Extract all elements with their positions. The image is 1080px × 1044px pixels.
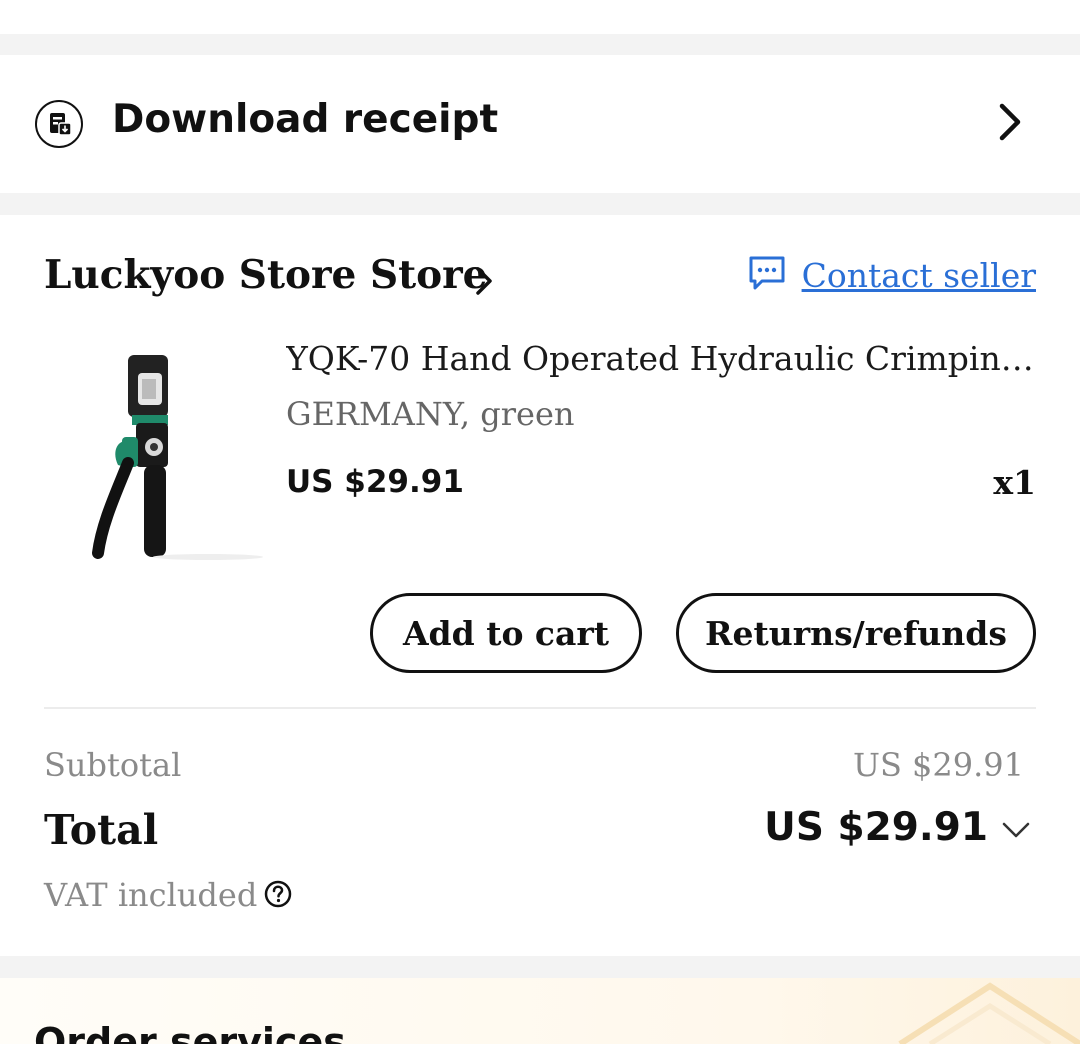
order-card: Luckyoo Store Store Contact seller YQK-7… [0, 215, 1080, 956]
decorative-shape [880, 978, 1080, 1044]
download-receipt-row[interactable]: Download receipt [0, 55, 1080, 193]
chevron-down-icon[interactable] [1002, 821, 1030, 845]
product-image[interactable] [58, 343, 268, 563]
add-to-cart-button[interactable]: Add to cart [370, 593, 642, 673]
order-services-title: Order services [34, 1020, 346, 1044]
total-value[interactable]: US $29.91 [764, 805, 988, 850]
product-title[interactable]: YQK-70 Hand Operated Hydraulic Crimping … [286, 339, 1034, 378]
subtotal-value: US $29.91 [852, 746, 1024, 784]
store-chevron-right-icon[interactable] [474, 266, 494, 300]
total-label: Total [44, 806, 159, 854]
receipt-icon [35, 100, 83, 148]
top-card-edge [0, 0, 1080, 34]
subtotal-label: Subtotal [44, 746, 182, 784]
divider [44, 707, 1036, 709]
order-services-card: Order services [0, 978, 1080, 1044]
chevron-right-icon [996, 102, 1024, 146]
contact-seller[interactable]: Contact seller [748, 255, 1036, 295]
product-price: US $29.91 [286, 464, 464, 500]
contact-seller-link[interactable]: Contact seller [802, 256, 1036, 295]
store-name-link[interactable]: Luckyoo Store Store [44, 252, 488, 298]
returns-refunds-button[interactable]: Returns/refunds [676, 593, 1036, 673]
vat-included-label: VAT included [44, 876, 258, 914]
chat-icon [748, 255, 786, 295]
download-receipt-label: Download receipt [112, 97, 499, 142]
product-quantity: x1 [993, 463, 1036, 502]
product-variant: GERMANY, green [286, 395, 575, 433]
help-icon[interactable] [264, 880, 292, 912]
